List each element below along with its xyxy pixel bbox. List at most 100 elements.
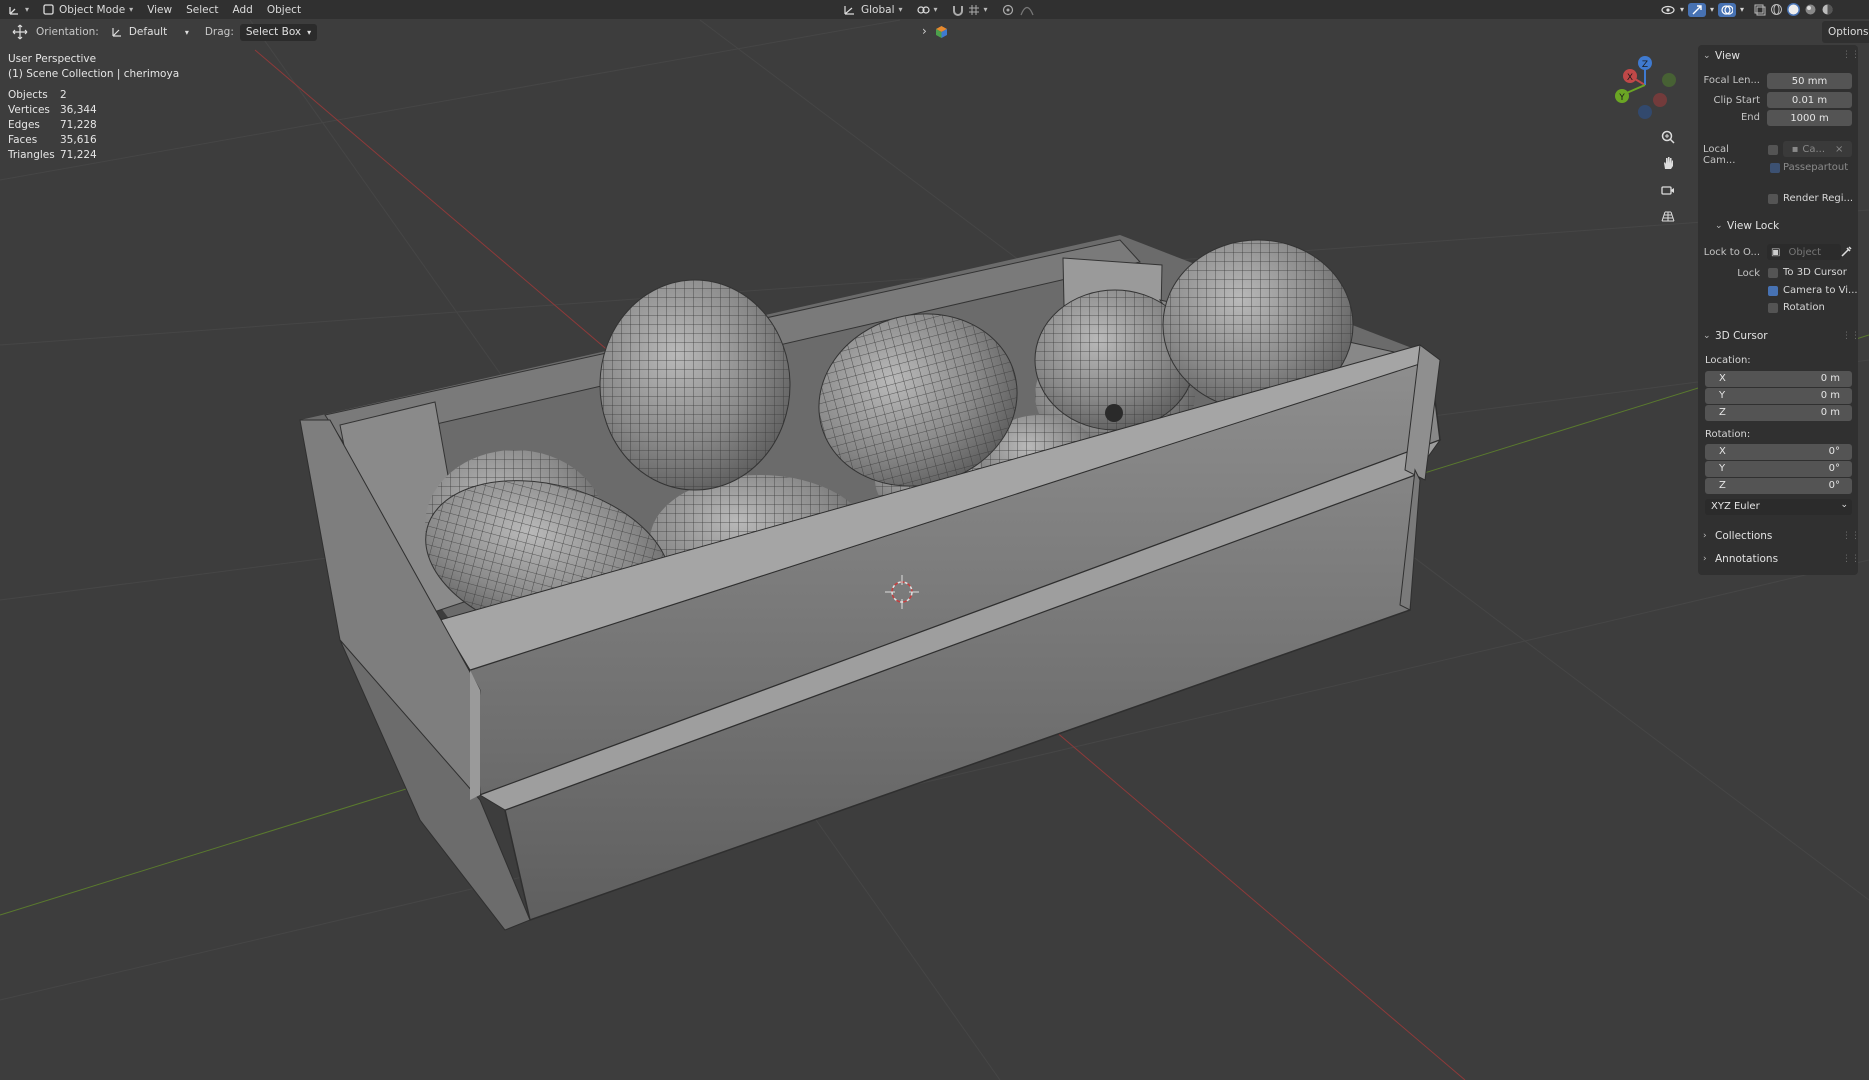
passepartout-checkbox[interactable] bbox=[1770, 163, 1780, 173]
local-camera-value: Ca... bbox=[1802, 143, 1826, 155]
cube-icon: ▣ bbox=[1771, 246, 1781, 258]
axis-arrows-icon bbox=[7, 4, 21, 16]
axis-label: Y bbox=[1719, 463, 1726, 474]
axis-value: 0° bbox=[1828, 446, 1840, 457]
camera-to-view-checkbox[interactable] bbox=[1768, 286, 1778, 296]
section-title: Collections bbox=[1715, 530, 1773, 542]
chevron-down-icon: ▾ bbox=[1710, 5, 1715, 14]
pivot-point-dropdown[interactable]: ▾ bbox=[910, 0, 945, 19]
ortho-grid-icon[interactable] bbox=[1656, 205, 1680, 229]
section-annotations-header[interactable]: › Annotations bbox=[1703, 550, 1778, 568]
stat-value: 2 bbox=[60, 89, 67, 101]
clip-end-field[interactable]: 1000 m bbox=[1767, 110, 1852, 126]
focal-length-field[interactable]: 50 mm bbox=[1767, 73, 1852, 89]
shading-wireframe-icon[interactable] bbox=[1770, 3, 1783, 16]
transform-orientation-dropdown[interactable]: Global ▾ bbox=[836, 0, 910, 19]
pan-hand-icon[interactable] bbox=[1656, 151, 1680, 175]
shading-rendered-icon[interactable] bbox=[1821, 3, 1834, 16]
rotation-label: Rotation: bbox=[1705, 429, 1751, 440]
stat-value: 36,344 bbox=[60, 104, 97, 116]
menu-view[interactable]: View bbox=[140, 0, 179, 19]
rotation-y-field[interactable]: Y 0° bbox=[1705, 461, 1852, 477]
move-tool-icon[interactable] bbox=[12, 24, 28, 40]
section-collections-header[interactable]: › Collections bbox=[1703, 527, 1772, 545]
section-view-lock-header[interactable]: ⌄ View Lock bbox=[1715, 217, 1779, 235]
drag-dropdown[interactable]: Select Box ▾ bbox=[239, 23, 318, 41]
camera-icon: ▪ bbox=[1791, 143, 1799, 155]
viewport-info: User Perspective (1) Scene Collection | … bbox=[8, 52, 179, 163]
drag-handle-icon[interactable]: ⋮⋮ bbox=[1842, 554, 1863, 564]
rotation-z-field[interactable]: Z 0° bbox=[1705, 478, 1852, 494]
render-region-label: Render Regi... bbox=[1783, 193, 1854, 204]
stat-label: Faces bbox=[8, 134, 38, 146]
section-view-header[interactable]: ⌄ View bbox=[1703, 47, 1740, 65]
orientation-value: Default bbox=[128, 26, 168, 38]
drag-handle-icon[interactable]: ⋮⋮ bbox=[1842, 531, 1863, 541]
drag-value: Select Box bbox=[245, 26, 302, 38]
drag-handle-icon[interactable]: ⋮⋮ bbox=[1842, 50, 1863, 60]
chevron-right-icon: › bbox=[1703, 531, 1707, 541]
chevron-right-icon[interactable]: › bbox=[922, 24, 927, 38]
stat-label: Objects bbox=[8, 89, 48, 101]
stat-row: Edges 71,228 bbox=[8, 118, 179, 133]
local-camera-field[interactable]: ▪ Ca... × bbox=[1783, 141, 1852, 157]
menu-add[interactable]: Add bbox=[226, 0, 260, 19]
rotation-lock-label: Rotation bbox=[1783, 302, 1825, 313]
proportional-editing-toggle[interactable] bbox=[995, 0, 1041, 19]
clip-end-label: End bbox=[1740, 112, 1760, 123]
stat-row: Objects 2 bbox=[8, 88, 179, 103]
render-region-checkbox[interactable] bbox=[1768, 194, 1778, 204]
section-title: Annotations bbox=[1715, 553, 1779, 565]
scene-cube-icon[interactable] bbox=[935, 25, 948, 39]
gizmo-toggle-icon[interactable] bbox=[1688, 2, 1707, 17]
rotation-mode-value: XYZ Euler bbox=[1711, 501, 1760, 512]
drag-label: Drag: bbox=[204, 26, 234, 38]
viewport[interactable]: X Z Y bbox=[0, 0, 1869, 1080]
orientation-dropdown[interactable]: Default ▾ bbox=[105, 24, 195, 41]
menu-select[interactable]: Select bbox=[179, 0, 225, 19]
navigation-gizmo[interactable]: X Z Y bbox=[1615, 56, 1676, 119]
shading-solid-icon[interactable] bbox=[1787, 3, 1801, 16]
collection-name: (1) Scene Collection | cherimoya bbox=[8, 68, 180, 80]
axis-label: Y bbox=[1719, 390, 1726, 401]
xray-toggle-icon[interactable] bbox=[1754, 4, 1766, 16]
rotation-mode-dropdown[interactable]: XYZ Euler ⌄ bbox=[1705, 499, 1852, 515]
location-x-field[interactable]: X 0 m bbox=[1705, 371, 1852, 387]
editor-type-button[interactable]: ▾ bbox=[0, 0, 36, 19]
orientation-label: Orientation: bbox=[36, 26, 99, 38]
clear-icon[interactable]: × bbox=[1835, 144, 1843, 155]
section-title: View Lock bbox=[1727, 220, 1780, 232]
clip-start-field[interactable]: 0.01 m bbox=[1767, 92, 1852, 108]
mode-label: Object Mode bbox=[59, 3, 126, 16]
rotation-lock-checkbox[interactable] bbox=[1768, 303, 1778, 313]
lock-to-object-label: Lock to O... bbox=[1703, 247, 1760, 258]
gizmo-x-label: X bbox=[1627, 73, 1633, 83]
menu-object[interactable]: Object bbox=[260, 0, 308, 19]
rotation-x-field[interactable]: X 0° bbox=[1705, 444, 1852, 460]
eyedropper-icon[interactable] bbox=[1840, 246, 1852, 258]
crate-model[interactable] bbox=[299, 235, 1442, 931]
lock-to-object-field[interactable]: ▣ Object bbox=[1767, 244, 1841, 260]
mode-dropdown[interactable]: Object Mode ▾ bbox=[36, 0, 140, 19]
location-y-field[interactable]: Y 0 m bbox=[1705, 388, 1852, 404]
visibility-eye-icon[interactable] bbox=[1660, 4, 1676, 16]
shading-material-icon[interactable] bbox=[1804, 3, 1817, 16]
local-camera-checkbox[interactable] bbox=[1768, 145, 1778, 155]
view-name: User Perspective bbox=[8, 53, 97, 65]
options-button[interactable]: Options bbox=[1822, 21, 1869, 43]
drag-handle-icon[interactable]: ⋮⋮ bbox=[1842, 331, 1863, 341]
camera-view-icon[interactable] bbox=[1656, 178, 1680, 202]
location-z-field[interactable]: Z 0 m bbox=[1705, 405, 1852, 421]
to-3d-cursor-checkbox[interactable] bbox=[1768, 268, 1778, 278]
chevron-down-icon: ⌄ bbox=[1840, 500, 1848, 510]
section-3d-cursor-header[interactable]: ⌄ 3D Cursor bbox=[1703, 327, 1768, 345]
stat-label: Triangles bbox=[8, 149, 55, 161]
snap-toggle[interactable]: ▾ bbox=[945, 0, 995, 19]
gizmo-y-label: Y bbox=[1618, 93, 1625, 103]
header-bar: ▾ Object Mode ▾ View Select Add Object G… bbox=[0, 0, 1869, 19]
orientation-axes-icon bbox=[843, 4, 856, 16]
zoom-icon[interactable] bbox=[1656, 125, 1680, 149]
overlays-toggle-icon[interactable] bbox=[1718, 2, 1737, 17]
section-title: 3D Cursor bbox=[1715, 330, 1768, 342]
gizmo-z-label: Z bbox=[1642, 60, 1648, 70]
